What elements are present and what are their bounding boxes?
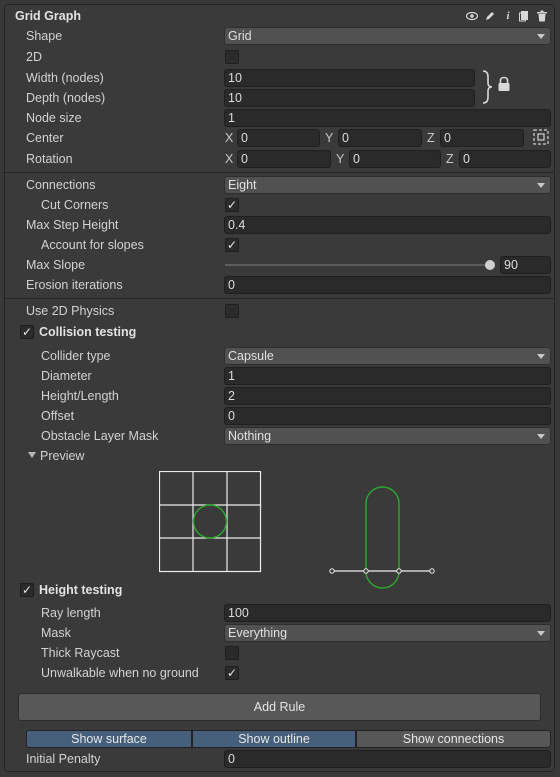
thick-raycast-label: Thick Raycast bbox=[41, 646, 120, 660]
max-slope-field[interactable]: 90 bbox=[500, 256, 551, 274]
center-gizmo-icon[interactable] bbox=[532, 128, 550, 149]
node-size-label: Node size bbox=[26, 111, 82, 125]
eye-icon[interactable] bbox=[465, 10, 479, 22]
center-x-label: X bbox=[225, 131, 234, 145]
rotation-y-field[interactable]: 0 bbox=[349, 150, 441, 168]
rotation-z-field[interactable]: 0 bbox=[459, 150, 551, 168]
max-slope-label: Max Slope bbox=[26, 258, 86, 272]
rotation-x-field[interactable]: 0 bbox=[237, 150, 331, 168]
chevron-down-icon bbox=[537, 631, 545, 636]
foldout-arrow-icon[interactable] bbox=[28, 452, 36, 458]
rotation-z-label: Z bbox=[446, 152, 454, 166]
width-field[interactable]: 10 bbox=[224, 69, 475, 87]
cut-corners-label: Cut Corners bbox=[41, 198, 109, 212]
preview-label[interactable]: Preview bbox=[40, 447, 84, 465]
link-brace-icon bbox=[481, 69, 493, 108]
shape-dropdown[interactable]: Grid bbox=[224, 27, 551, 45]
account-slopes-label: Account for slopes bbox=[41, 238, 144, 252]
center-z-label: Z bbox=[427, 131, 435, 145]
divider bbox=[5, 172, 554, 173]
mask-label: Mask bbox=[41, 626, 71, 640]
max-step-height-label: Max Step Height bbox=[26, 218, 119, 232]
panel-title: Grid Graph bbox=[15, 9, 81, 23]
unwalkable-checkbox[interactable]: ✓ bbox=[225, 666, 239, 680]
lock-icon[interactable] bbox=[497, 76, 511, 95]
pencil-icon[interactable] bbox=[484, 10, 496, 22]
show-outline-toggle[interactable]: Show outline bbox=[192, 730, 356, 748]
shape-label: Shape bbox=[26, 29, 63, 43]
erosion-label: Erosion iterations bbox=[26, 278, 123, 292]
offset-label: Offset bbox=[41, 409, 75, 423]
obstacle-mask-dropdown[interactable]: Nothing bbox=[224, 427, 551, 445]
rotation-x-label: X bbox=[225, 152, 234, 166]
node-size-field[interactable]: 1 bbox=[224, 109, 551, 127]
2d-checkbox[interactable] bbox=[225, 50, 239, 64]
connections-label: Connections bbox=[26, 178, 96, 192]
use-2d-physics-checkbox[interactable] bbox=[225, 304, 239, 318]
center-y-label: Y bbox=[325, 131, 334, 145]
depth-field[interactable]: 10 bbox=[224, 89, 475, 107]
height-length-field[interactable]: 2 bbox=[224, 387, 551, 405]
thick-raycast-checkbox[interactable] bbox=[225, 646, 239, 660]
center-x-field[interactable]: 0 bbox=[237, 129, 320, 147]
collider-type-label: Collider type bbox=[41, 349, 111, 363]
center-y-field[interactable]: 0 bbox=[338, 129, 422, 147]
height-testing-label: Height testing bbox=[39, 583, 123, 597]
use-2d-physics-label: Use 2D Physics bbox=[26, 304, 115, 318]
rotation-label: Rotation bbox=[26, 152, 73, 166]
max-slope-slider-thumb[interactable] bbox=[485, 260, 495, 270]
connections-dropdown[interactable]: Eight bbox=[224, 176, 551, 194]
cut-corners-checkbox[interactable]: ✓ bbox=[225, 198, 239, 212]
height-length-label: Height/Length bbox=[41, 389, 119, 403]
show-connections-toggle[interactable]: Show connections bbox=[356, 730, 551, 748]
collider-type-dropdown[interactable]: Capsule bbox=[224, 347, 551, 365]
ray-length-label: Ray length bbox=[41, 606, 101, 620]
divider bbox=[5, 298, 554, 299]
height-testing-checkbox[interactable]: ✓ bbox=[20, 583, 34, 597]
add-rule-button[interactable]: Add Rule bbox=[18, 693, 541, 721]
collision-preview-topdown bbox=[159, 471, 262, 573]
chevron-down-icon bbox=[537, 434, 545, 439]
collision-testing-checkbox[interactable]: ✓ bbox=[20, 325, 34, 339]
center-z-field[interactable]: 0 bbox=[440, 129, 524, 147]
mask-dropdown[interactable]: Everything bbox=[224, 624, 551, 642]
copy-icon[interactable] bbox=[518, 10, 530, 22]
width-label: Width (nodes) bbox=[26, 71, 104, 85]
diameter-field[interactable]: 1 bbox=[224, 367, 551, 385]
center-label: Center bbox=[26, 131, 64, 145]
initial-penalty-label: Initial Penalty bbox=[26, 752, 101, 766]
trash-icon[interactable] bbox=[536, 10, 548, 22]
diameter-label: Diameter bbox=[41, 369, 92, 383]
initial-penalty-field[interactable]: 0 bbox=[224, 750, 551, 768]
collision-preview-side bbox=[329, 486, 435, 589]
obstacle-mask-label: Obstacle Layer Mask bbox=[41, 429, 159, 443]
account-slopes-checkbox[interactable]: ✓ bbox=[225, 238, 239, 252]
max-slope-slider-track[interactable] bbox=[225, 264, 490, 266]
show-surface-toggle[interactable]: Show surface bbox=[26, 730, 192, 748]
rotation-y-label: Y bbox=[336, 152, 345, 166]
erosion-field[interactable]: 0 bbox=[224, 276, 551, 294]
unwalkable-label: Unwalkable when no ground bbox=[41, 666, 199, 680]
max-step-height-field[interactable]: 0.4 bbox=[224, 216, 551, 234]
chevron-down-icon bbox=[537, 183, 545, 188]
info-icon[interactable]: i bbox=[502, 10, 514, 22]
grid-graph-inspector: Grid Graph i Shape Grid 2D Width (nodes)… bbox=[4, 4, 555, 772]
collision-testing-label: Collision testing bbox=[39, 325, 137, 339]
depth-label: Depth (nodes) bbox=[26, 91, 106, 105]
ray-length-field[interactable]: 100 bbox=[224, 604, 551, 622]
offset-field[interactable]: 0 bbox=[224, 407, 551, 425]
chevron-down-icon bbox=[537, 354, 545, 359]
2d-label: 2D bbox=[26, 50, 42, 64]
chevron-down-icon bbox=[537, 34, 545, 39]
